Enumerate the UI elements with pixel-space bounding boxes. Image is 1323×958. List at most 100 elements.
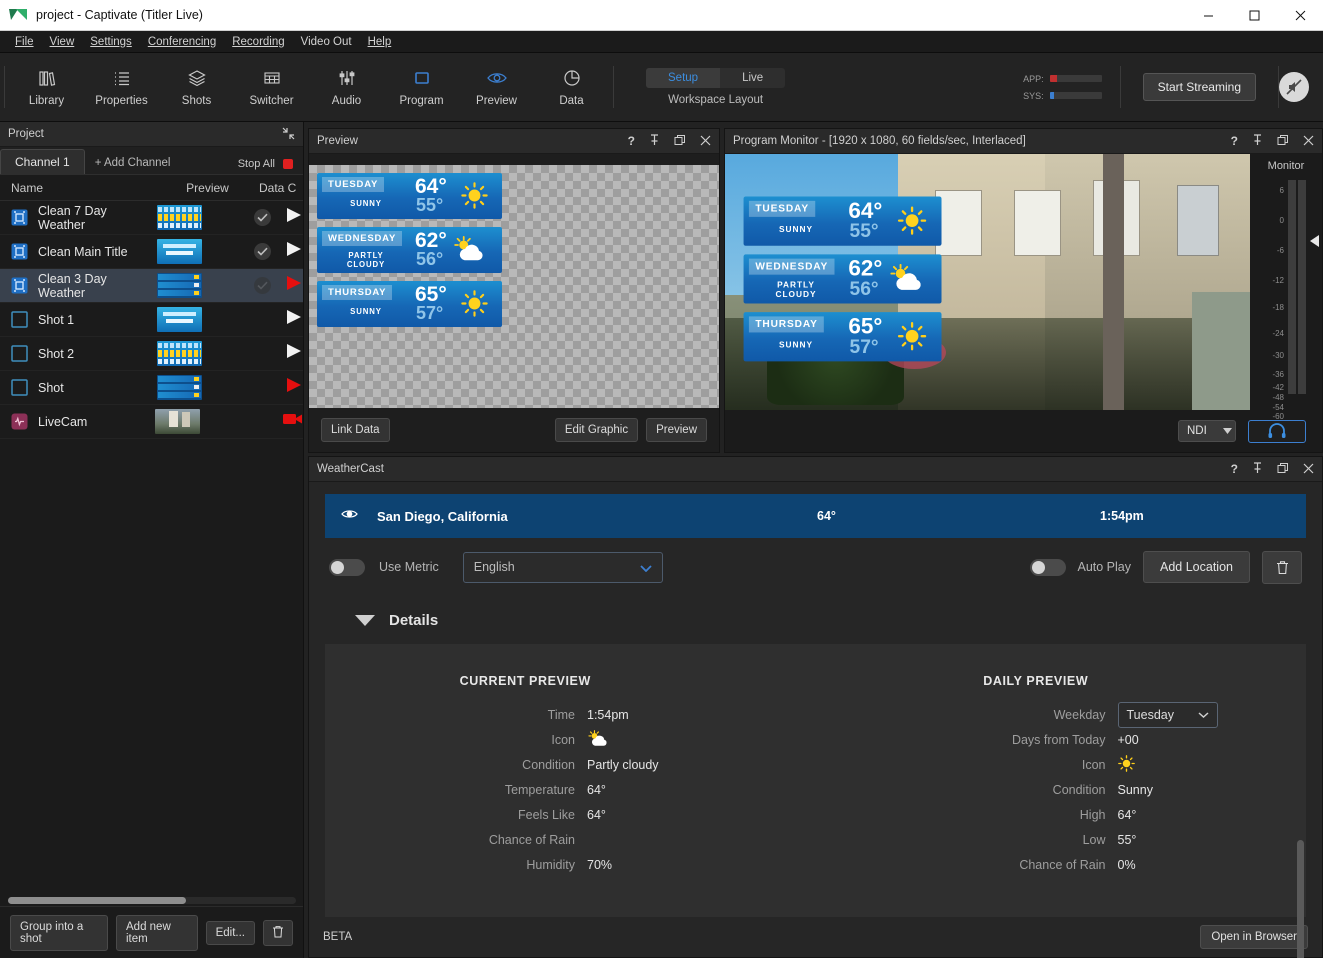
edit-button[interactable]: Edit... [205, 920, 255, 945]
use-metric-toggle[interactable] [329, 558, 365, 576]
camera-button[interactable] [283, 412, 303, 431]
language-select[interactable]: English [462, 551, 663, 583]
close-button[interactable] [1277, 0, 1323, 31]
row-name-label: Clean Main Title [38, 244, 128, 259]
weekday-select[interactable]: Tuesday [1117, 701, 1218, 728]
menu-recording[interactable]: Recording [224, 34, 292, 50]
project-hscrollbar-thumb[interactable] [8, 897, 186, 904]
mute-icon[interactable] [1279, 72, 1309, 102]
details-header[interactable]: Details [309, 596, 1322, 644]
menu-settings[interactable]: Settings [82, 34, 140, 50]
help-icon[interactable]: ? [1231, 135, 1238, 147]
weathercast-controls-right: Auto Play Add Location [1029, 550, 1302, 584]
data-check-icon[interactable] [254, 209, 271, 226]
minimize-button[interactable] [1185, 0, 1231, 31]
workspace-live-tab[interactable]: Live [720, 68, 785, 88]
close-icon[interactable] [700, 135, 711, 148]
headphones-icon[interactable] [1248, 419, 1306, 443]
menu-video-out[interactable]: Video Out [293, 34, 360, 50]
current-preview-column: CURRENT PREVIEW Time 1:54pm Icon Condition P… [325, 674, 816, 917]
row-data-cell [220, 377, 303, 398]
toolbar-shots[interactable]: Shots [159, 56, 234, 118]
add-channel-button[interactable]: + Add Channel [85, 152, 181, 174]
restore-icon[interactable] [1277, 134, 1289, 148]
weather-card-high: 64° [415, 175, 447, 198]
play-button[interactable] [285, 309, 303, 330]
play-button[interactable] [285, 207, 303, 228]
detail-row: Condition Partly cloudy [325, 752, 816, 777]
menu-conferencing[interactable]: Conferencing [140, 34, 224, 50]
detail-value: 1:54pm [587, 707, 629, 722]
help-icon[interactable]: ? [1231, 463, 1238, 475]
toolbar-library[interactable]: Library [9, 56, 84, 118]
audio-meter-tick: -18 [1272, 303, 1284, 312]
trash-icon[interactable] [263, 919, 293, 946]
group-into-shot-button[interactable]: Group into a shot [10, 914, 108, 951]
maximize-button[interactable] [1231, 0, 1277, 31]
application-window: project - Captivate (Titler Live) File V… [0, 0, 1323, 958]
restore-icon[interactable] [674, 134, 686, 148]
audio-meter-marker[interactable] [1310, 235, 1319, 247]
pie-icon [562, 67, 582, 89]
chevron-down-icon [1198, 709, 1209, 721]
close-icon[interactable] [1303, 135, 1314, 148]
menu-view[interactable]: View [42, 34, 83, 50]
edit-graphic-button[interactable]: Edit Graphic [554, 418, 639, 442]
toolbar-audio[interactable]: Audio [309, 56, 384, 118]
toolbar-properties[interactable]: Properties [84, 56, 159, 118]
table-row[interactable]: Clean Main Title [0, 235, 303, 269]
table-row[interactable]: Shot 1 [0, 303, 303, 337]
help-icon[interactable]: ? [628, 135, 635, 147]
menu-file[interactable]: File [7, 34, 42, 50]
toolbar-switcher[interactable]: Switcher [234, 56, 309, 118]
toolbar-data[interactable]: Data [534, 56, 609, 118]
data-check-icon[interactable] [254, 277, 271, 294]
details-scrollbar-thumb[interactable] [1297, 840, 1304, 958]
row-preview-cell [139, 375, 220, 400]
stop-all-control[interactable]: Stop All [238, 158, 303, 174]
table-row[interactable]: Shot [0, 371, 303, 405]
channel-tab-1[interactable]: Channel 1 [0, 149, 85, 174]
toolbar-program[interactable]: Program [384, 56, 459, 118]
weather-card-day: THURSDAY [322, 285, 393, 300]
add-new-item-button[interactable]: Add new item [116, 914, 198, 951]
pin-icon[interactable] [1252, 462, 1263, 476]
menu-settings-label: Settings [90, 35, 132, 48]
workspace-setup-tab[interactable]: Setup [646, 68, 721, 88]
pin-icon[interactable] [1252, 134, 1263, 148]
collapse-icon[interactable] [282, 127, 295, 142]
add-location-button[interactable]: Add Location [1143, 551, 1250, 583]
table-row[interactable]: Clean 7 Day Weather [0, 201, 303, 235]
app-meter-bar [1049, 75, 1102, 82]
audio-meter-tick: -24 [1272, 328, 1284, 338]
row-name-cell: Shot 2 [0, 345, 139, 362]
row-name-cell: Shot [0, 379, 139, 396]
eye-icon[interactable] [341, 507, 361, 526]
play-button[interactable] [285, 241, 303, 262]
play-button[interactable] [285, 343, 303, 364]
close-icon[interactable] [1303, 463, 1314, 476]
table-row[interactable]: Shot 2 [0, 337, 303, 371]
open-in-browser-button[interactable]: Open in Browser [1200, 925, 1308, 949]
play-button[interactable] [285, 275, 303, 296]
start-streaming-button[interactable]: Start Streaming [1142, 73, 1256, 101]
toolbar-preview[interactable]: Preview [459, 56, 534, 118]
auto-play-toggle[interactable] [1029, 558, 1066, 576]
program-video-output[interactable]: TUESDAY SUNNY 64° 55° WEDNESDAY PARTLY CLOUDY 6… [725, 154, 1250, 410]
toolbar-divider-left [4, 66, 5, 108]
pin-icon[interactable] [649, 134, 660, 148]
table-row[interactable]: LiveCam [0, 405, 303, 439]
menu-help[interactable]: Help [360, 34, 400, 50]
link-data-button[interactable]: Link Data [321, 418, 390, 442]
location-row[interactable]: San Diego, California 64° 1:54pm [325, 494, 1306, 538]
preview-button[interactable]: Preview [646, 418, 707, 442]
detail-row: Icon [816, 752, 1307, 777]
preview-canvas[interactable]: TUESDAY SUNNY 64° 55° WEDNESDAY PARTLY CLOUDY 6… [309, 165, 719, 408]
workspace-layout-label: Workspace Layout [668, 94, 764, 106]
table-row[interactable]: Clean 3 Day Weather [0, 269, 303, 303]
output-select[interactable]: NDI [1178, 420, 1236, 442]
data-check-icon[interactable] [254, 243, 271, 260]
restore-icon[interactable] [1277, 462, 1289, 476]
trash-icon[interactable] [1262, 550, 1302, 584]
play-button[interactable] [285, 377, 303, 398]
